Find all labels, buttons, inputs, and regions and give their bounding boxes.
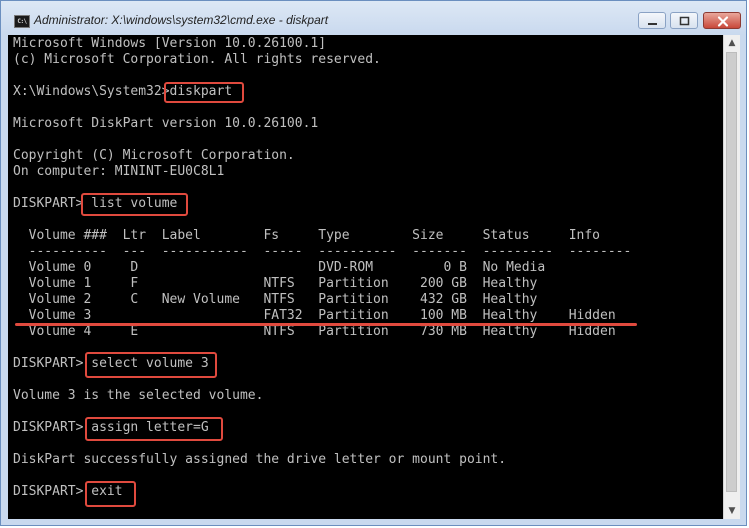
highlight-box-select-volume <box>85 352 217 378</box>
cmd-icon: C:\ <box>14 15 30 28</box>
table-header: Volume ### Ltr Label Fs Type Size Status… <box>13 228 600 243</box>
highlight-underline-volume-3 <box>15 323 637 326</box>
console-line: Microsoft DiskPart version 10.0.26100.1 <box>13 116 319 131</box>
table-row: Volume 0 D DVD-ROM 0 B No Media <box>13 260 546 275</box>
table-row: Volume 2 C New Volume NTFS Partition 432… <box>13 292 538 307</box>
minimize-icon <box>648 23 657 25</box>
console-line: (c) Microsoft Corporation. All rights re… <box>13 52 381 67</box>
console-output[interactable]: Microsoft Windows [Version 10.0.26100.1]… <box>8 35 723 519</box>
scroll-up-icon[interactable]: ▲ <box>724 35 740 51</box>
console-line: DiskPart successfully assigned the drive… <box>13 452 507 467</box>
maximize-button[interactable] <box>670 12 698 29</box>
highlight-box-list-volume <box>81 193 188 216</box>
console-line: Volume 3 is the selected volume. <box>13 388 264 403</box>
highlight-box-exit <box>85 481 136 507</box>
cmd-window: C:\ Administrator: X:\windows\system32\c… <box>0 0 747 526</box>
table-separator: ---------- --- ----------- ----- -------… <box>13 244 632 259</box>
highlight-box-assign-letter <box>85 417 223 441</box>
close-button[interactable] <box>703 12 741 29</box>
console-line: Microsoft Windows [Version 10.0.26100.1] <box>13 36 327 51</box>
scroll-thumb[interactable] <box>726 52 737 492</box>
table-row: Volume 1 F NTFS Partition 200 GB Healthy <box>13 276 538 291</box>
console-line: On computer: MININT-EU0C8L1 <box>13 164 225 179</box>
vertical-scrollbar[interactable]: ▲ ▼ <box>723 35 740 519</box>
scroll-down-icon[interactable]: ▼ <box>724 503 740 519</box>
highlight-box-diskpart <box>164 82 244 103</box>
table-row: Volume 3 FAT32 Partition 100 MB Healthy … <box>13 308 616 323</box>
console-line: Copyright (C) Microsoft Corporation. <box>13 148 295 163</box>
title-bar[interactable]: C:\ Administrator: X:\windows\system32\c… <box>1 1 746 35</box>
close-icon <box>717 16 729 27</box>
window-title: Administrator: X:\windows\system32\cmd.e… <box>34 13 329 27</box>
maximize-icon <box>679 16 690 26</box>
minimize-button[interactable] <box>638 12 666 29</box>
table-row: Volume 4 E NTFS Partition 730 MB Healthy… <box>13 324 616 339</box>
